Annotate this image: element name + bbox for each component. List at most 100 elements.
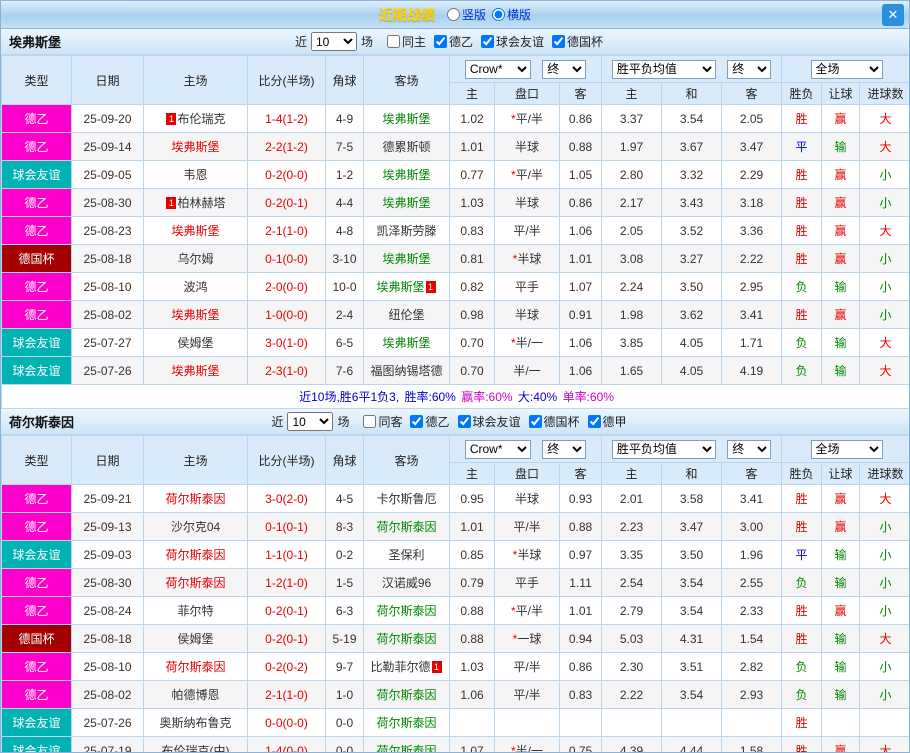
away-team[interactable]: 荷尔斯泰因 — [363, 512, 450, 541]
team-link[interactable]: 侯姆堡 — [177, 632, 213, 646]
team-link[interactable]: 奥斯纳布鲁克 — [159, 716, 231, 730]
team-link[interactable]: 福图纳锡塔德 — [370, 364, 442, 378]
filter-checkbox[interactable] — [457, 415, 471, 428]
home-team[interactable]: 1 柏林赫塔 — [143, 188, 248, 217]
odds-final-select[interactable]: 终 — [542, 439, 587, 459]
team-link[interactable]: 荷尔斯泰因 — [376, 744, 436, 752]
home-team[interactable]: 埃弗斯堡 — [143, 300, 248, 329]
fulltime-select[interactable]: 全场 — [810, 439, 883, 459]
home-team[interactable]: 荷尔斯泰因 — [143, 484, 248, 513]
away-team[interactable]: 纽伦堡 — [363, 300, 450, 329]
away-team[interactable]: 圣保利 — [363, 540, 450, 569]
team-link[interactable]: 埃弗斯堡 — [382, 112, 430, 126]
filter-checkbox[interactable] — [481, 35, 495, 48]
home-team[interactable]: 布伦瑞克(中) — [143, 736, 248, 752]
team-link[interactable]: 荷尔斯泰因 — [376, 716, 436, 730]
away-team[interactable]: 荷尔斯泰因 — [363, 596, 450, 625]
vertical-layout-radio[interactable] — [446, 8, 460, 21]
team-link[interactable]: 荷尔斯泰因 — [165, 492, 225, 506]
team-link[interactable]: 乌尔姆 — [177, 252, 213, 266]
team-link[interactable]: 纽伦堡 — [388, 308, 424, 322]
home-team[interactable]: 菲尔特 — [143, 596, 248, 625]
away-team[interactable]: 埃弗斯堡 — [363, 104, 450, 133]
team-link[interactable]: 埃弗斯堡 — [382, 336, 430, 350]
filter-checkbox-label[interactable]: 德乙 — [434, 35, 473, 49]
team-link[interactable]: 比勒菲尔德 — [370, 660, 430, 674]
home-team[interactable]: 荷尔斯泰因 — [143, 568, 248, 597]
home-team[interactable]: 埃弗斯堡 — [143, 216, 248, 245]
filter-checkbox-label[interactable]: 同客 — [363, 415, 402, 429]
away-team[interactable]: 福图纳锡塔德 — [363, 356, 450, 385]
team-link[interactable]: 埃弗斯堡 — [171, 140, 219, 154]
team-link[interactable]: 荷尔斯泰因 — [165, 576, 225, 590]
team-link[interactable]: 荷尔斯泰因 — [376, 688, 436, 702]
team-link[interactable]: 埃弗斯堡 — [376, 280, 424, 294]
team-link[interactable]: 布伦瑞克(中) — [162, 744, 230, 752]
home-team[interactable]: 韦恩 — [143, 160, 248, 189]
mean-select[interactable]: 胜平负均值 — [611, 439, 716, 459]
filter-checkbox[interactable] — [434, 35, 447, 48]
home-team[interactable]: 埃弗斯堡 — [143, 356, 248, 385]
match-count-select[interactable]: 10 — [287, 412, 334, 431]
home-team[interactable]: 乌尔姆 — [143, 244, 248, 273]
filter-checkbox[interactable] — [587, 415, 601, 428]
team-link[interactable]: 荷尔斯泰因 — [376, 520, 436, 534]
team-link[interactable]: 汉诺威96 — [382, 576, 431, 590]
home-team[interactable]: 侯姆堡 — [143, 624, 248, 653]
team-link[interactable]: 布伦瑞克 — [177, 112, 225, 126]
team-link[interactable]: 圣保利 — [388, 548, 424, 562]
team-link[interactable]: 埃弗斯堡 — [382, 168, 430, 182]
team-link[interactable]: 荷尔斯泰因 — [165, 548, 225, 562]
home-team[interactable]: 沙尔克04 — [143, 512, 248, 541]
filter-checkbox-label[interactable]: 德甲 — [587, 415, 627, 429]
away-team[interactable]: 埃弗斯堡 — [363, 188, 450, 217]
mean-select[interactable]: 胜平负均值 — [611, 59, 716, 79]
team-link[interactable]: 菲尔特 — [177, 604, 213, 618]
away-team[interactable]: 埃弗斯堡 — [363, 328, 450, 357]
filter-checkbox[interactable] — [410, 415, 424, 428]
team-link[interactable]: 德累斯顿 — [382, 140, 430, 154]
team-link[interactable]: 凯泽斯劳滕 — [376, 224, 436, 238]
home-team[interactable]: 侯姆堡 — [143, 328, 248, 357]
filter-checkbox-label[interactable]: 德国杯 — [552, 35, 603, 49]
odds-final-select[interactable]: 终 — [542, 59, 587, 79]
team-link[interactable]: 波鸿 — [183, 280, 207, 294]
vertical-layout-label[interactable]: 竖版 — [462, 6, 486, 23]
team-link[interactable]: 埃弗斯堡 — [171, 308, 219, 322]
mean-final-select[interactable]: 终 — [727, 59, 772, 79]
away-team[interactable]: 汉诺威96 — [363, 568, 450, 597]
team-link[interactable]: 韦恩 — [183, 168, 207, 182]
filter-checkbox-label[interactable]: 同主 — [386, 35, 426, 49]
close-icon[interactable]: ✕ — [882, 4, 904, 26]
team-link[interactable]: 荷尔斯泰因 — [376, 632, 436, 646]
home-team[interactable]: 帕德博恩 — [143, 680, 248, 709]
horizontal-layout-radio[interactable] — [492, 8, 505, 21]
team-link[interactable]: 埃弗斯堡 — [382, 196, 430, 210]
away-team[interactable]: 荷尔斯泰因 — [363, 624, 450, 653]
away-team[interactable]: 荷尔斯泰因 — [363, 708, 450, 737]
filter-checkbox-label[interactable]: 德国杯 — [528, 415, 580, 429]
away-team[interactable]: 荷尔斯泰因 — [363, 736, 450, 752]
filter-checkbox[interactable] — [552, 35, 566, 48]
filter-checkbox-label[interactable]: 德乙 — [410, 415, 450, 429]
team-link[interactable]: 埃弗斯堡 — [171, 364, 219, 378]
filter-checkbox-label[interactable]: 球会友谊 — [481, 35, 544, 49]
team-link[interactable]: 侯姆堡 — [177, 336, 213, 350]
mean-final-select[interactable]: 终 — [727, 439, 772, 459]
home-team[interactable]: 1 布伦瑞克 — [143, 104, 248, 133]
team-link[interactable]: 帕德博恩 — [171, 688, 219, 702]
home-team[interactable]: 荷尔斯泰因 — [143, 652, 248, 681]
match-count-select[interactable]: 10 — [310, 32, 357, 51]
away-team[interactable]: 荷尔斯泰因 — [363, 680, 450, 709]
home-team[interactable]: 波鸿 — [143, 272, 248, 301]
odds-company-select[interactable]: Crow* — [464, 439, 531, 459]
team-link[interactable]: 埃弗斯堡 — [171, 224, 219, 238]
team-link[interactable]: 柏林赫塔 — [177, 196, 225, 210]
team-link[interactable]: 埃弗斯堡 — [382, 252, 430, 266]
fulltime-select[interactable]: 全场 — [810, 59, 883, 79]
home-team[interactable]: 荷尔斯泰因 — [143, 540, 248, 569]
away-team[interactable]: 卡尔斯鲁厄 — [363, 484, 450, 513]
team-link[interactable]: 沙尔克04 — [171, 520, 220, 534]
away-team[interactable]: 埃弗斯堡 1 — [363, 272, 450, 301]
away-team[interactable]: 埃弗斯堡 — [363, 160, 450, 189]
